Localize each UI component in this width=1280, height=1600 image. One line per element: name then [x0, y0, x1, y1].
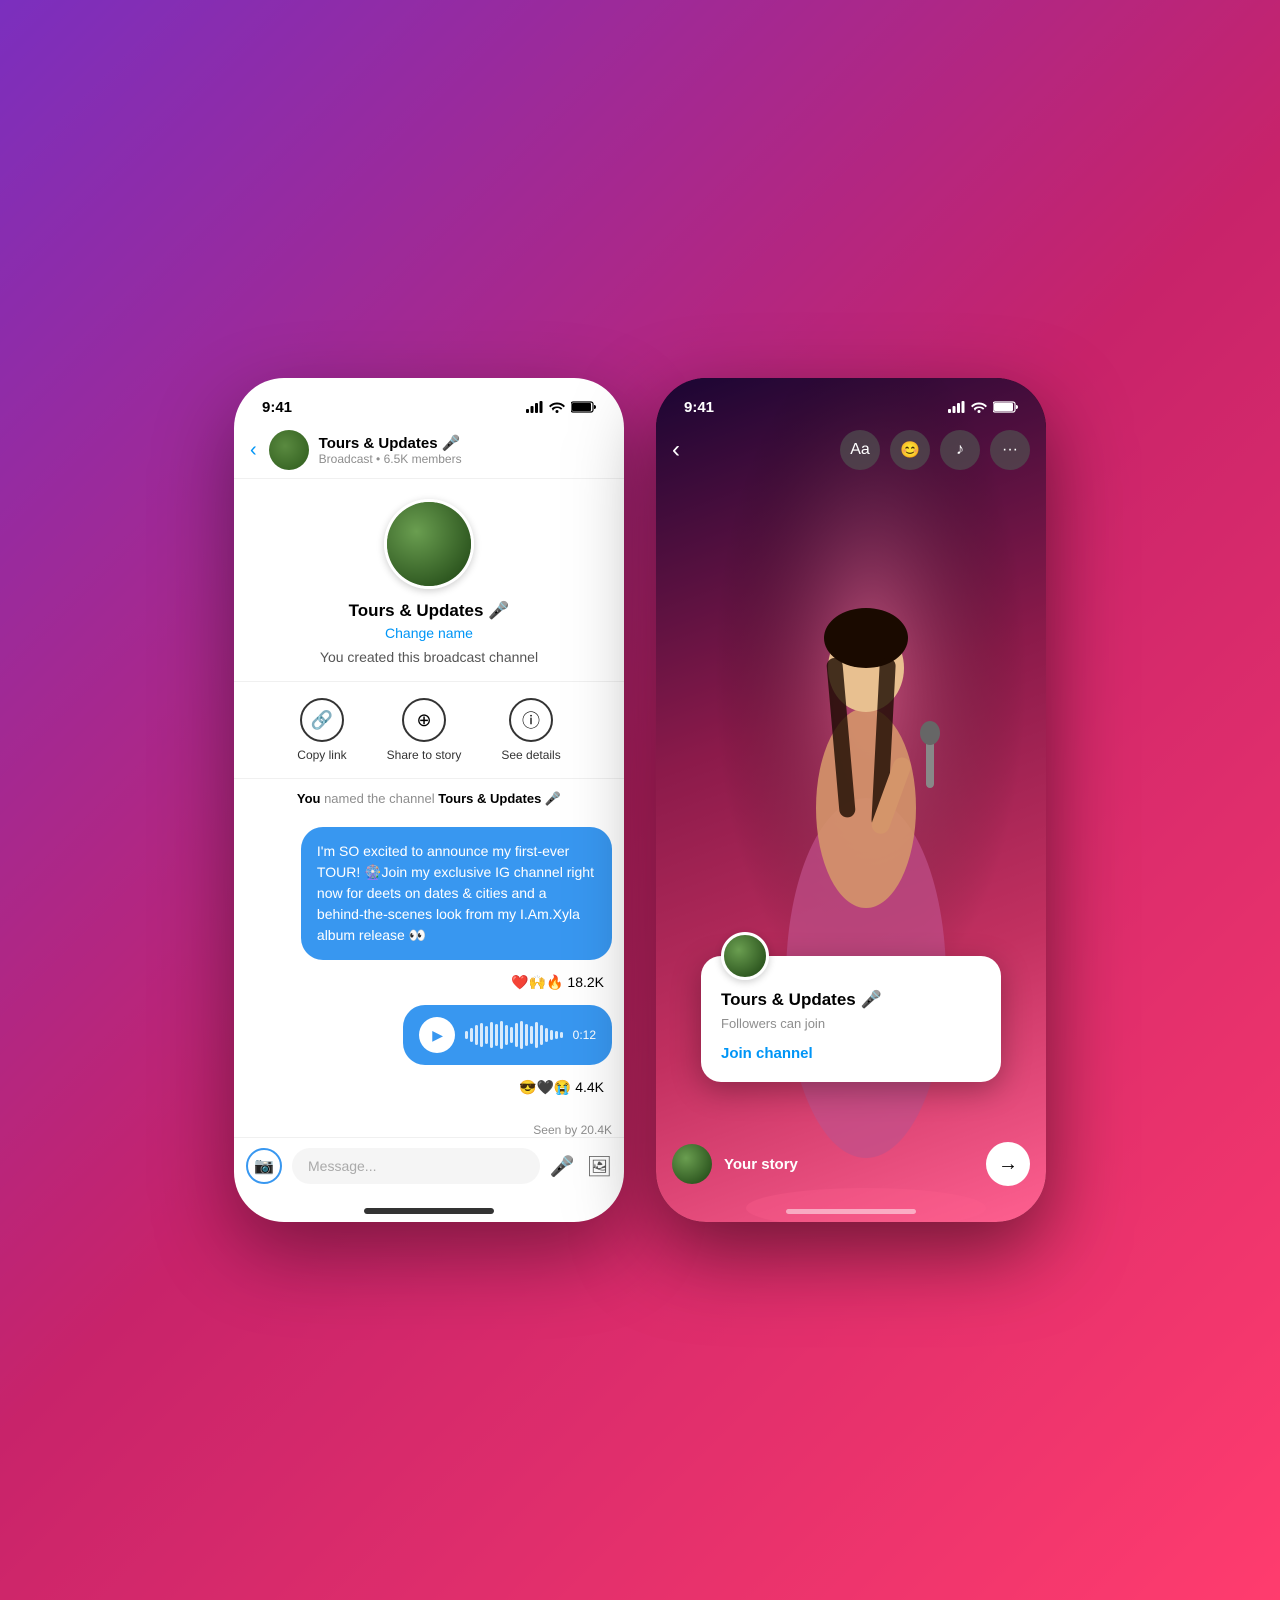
copy-link-label: Copy link [297, 748, 346, 762]
message-reactions-1[interactable]: ❤️🙌🔥 18.2K [503, 970, 612, 995]
see-details-label: See details [501, 748, 560, 762]
your-story-avatar [672, 1144, 712, 1184]
input-actions: 🎤 🖼 [550, 1154, 612, 1179]
status-icons-right [948, 401, 1018, 413]
singer-svg [656, 378, 1046, 1222]
profile-avatar [384, 499, 474, 589]
microphone-icon[interactable]: 🎤 [550, 1154, 575, 1179]
send-icon: → [998, 1153, 1018, 1176]
camera-button[interactable]: 📷 [246, 1148, 282, 1184]
copy-link-button[interactable]: 🔗 Copy link [297, 698, 346, 762]
profile-name: Tours & Updates 🎤 [349, 601, 510, 621]
message-placeholder: Message... [308, 1158, 376, 1174]
signal-icon-right [948, 401, 965, 413]
channel-card-name: Tours & Updates 🎤 [721, 990, 981, 1010]
emoji-tool-icon: 😊 [900, 440, 920, 460]
share-to-story-button[interactable]: ⊕ Share to story [387, 698, 462, 762]
channel-card-subtitle: Followers can join [721, 1016, 981, 1031]
image-icon[interactable]: 🖼 [587, 1154, 612, 1179]
back-button[interactable]: ‹ [250, 439, 257, 462]
message-input[interactable]: Message... [292, 1148, 540, 1184]
join-channel-button[interactable]: Join channel [721, 1045, 981, 1062]
right-phone: 9:41 ‹ [656, 378, 1046, 1222]
action-buttons: 🔗 Copy link ⊕ Share to story ⓘ See detai… [234, 682, 624, 779]
header-info: Tours & Updates 🎤 Broadcast • 6.5K membe… [319, 434, 608, 466]
left-phone: 9:41 ‹ [234, 378, 624, 1222]
status-time-right: 9:41 [684, 399, 714, 416]
home-indicator-left [364, 1208, 494, 1214]
status-bar-right: 9:41 [656, 378, 1046, 422]
wifi-icon-right [971, 401, 987, 413]
profile-description: You created this broadcast channel [320, 649, 538, 665]
story-top-bar: ‹ Aa 😊 ♪ ··· [656, 422, 1046, 478]
play-button[interactable]: ▶ [419, 1017, 455, 1053]
story-tools: Aa 😊 ♪ ··· [840, 430, 1030, 470]
channel-card: Tours & Updates 🎤 Followers can join Joi… [701, 956, 1001, 1082]
reactions-text-2: 😎🖤😭 4.4K [519, 1079, 604, 1096]
input-bar: 📷 Message... 🎤 🖼 [234, 1137, 624, 1208]
reactions-text-1: ❤️🙌🔥 18.2K [511, 974, 604, 991]
story-bottom: Your story → [656, 1126, 1046, 1222]
phones-container: 9:41 ‹ [234, 378, 1046, 1222]
header-channel-name: Tours & Updates 🎤 [319, 434, 608, 452]
channel-card-avatar-wrap [721, 932, 769, 980]
copy-link-icon: 🔗 [300, 698, 344, 742]
emoji-tool-button[interactable]: 😊 [890, 430, 930, 470]
share-story-icon: ⊕ [402, 698, 446, 742]
home-indicator-right [786, 1209, 916, 1214]
music-tool-button[interactable]: ♪ [940, 430, 980, 470]
singer-image [656, 378, 1046, 1222]
header-avatar [269, 430, 309, 470]
status-time-left: 9:41 [262, 399, 292, 416]
text-tool-label: Aa [850, 441, 870, 459]
more-options-button[interactable]: ··· [990, 430, 1030, 470]
music-tool-icon: ♪ [956, 441, 964, 459]
header-subtitle: Broadcast • 6.5K members [319, 452, 608, 466]
signal-icon [526, 401, 543, 413]
messages-area: I'm SO excited to announce my first-ever… [234, 819, 624, 1123]
send-story-button[interactable]: → [986, 1142, 1030, 1186]
waveform [465, 1021, 563, 1049]
story-back-button[interactable]: ‹ [672, 436, 680, 464]
play-icon: ▶ [432, 1027, 443, 1044]
status-icons-left [526, 401, 596, 413]
wifi-icon [549, 401, 565, 413]
share-story-label: Share to story [387, 748, 462, 762]
system-message: You named the channel Tours & Updates 🎤 [234, 779, 624, 819]
text-tool-button[interactable]: Aa [840, 430, 880, 470]
more-options-icon: ··· [1002, 441, 1018, 459]
chat-header: ‹ Tours & Updates 🎤 Broadcast • 6.5K mem… [234, 422, 624, 479]
status-bar-left: 9:41 [234, 378, 624, 422]
seen-by: Seen by 20.4K [234, 1123, 624, 1137]
voice-message-bubble: ▶ [403, 1005, 612, 1065]
channel-profile: Tours & Updates 🎤 Change name You create… [234, 479, 624, 682]
battery-icon [571, 401, 596, 413]
message-text-1: I'm SO excited to announce my first-ever… [317, 843, 594, 943]
change-name-button[interactable]: Change name [385, 625, 473, 641]
channel-card-avatar [721, 932, 769, 980]
battery-icon-right [993, 401, 1018, 413]
voice-duration: 0:12 [573, 1028, 596, 1042]
see-details-icon: ⓘ [509, 698, 553, 742]
message-reactions-2[interactable]: 😎🖤😭 4.4K [511, 1075, 612, 1100]
your-story-label: Your story [724, 1156, 974, 1173]
see-details-button[interactable]: ⓘ See details [501, 698, 560, 762]
message-bubble-1: I'm SO excited to announce my first-ever… [301, 827, 612, 960]
